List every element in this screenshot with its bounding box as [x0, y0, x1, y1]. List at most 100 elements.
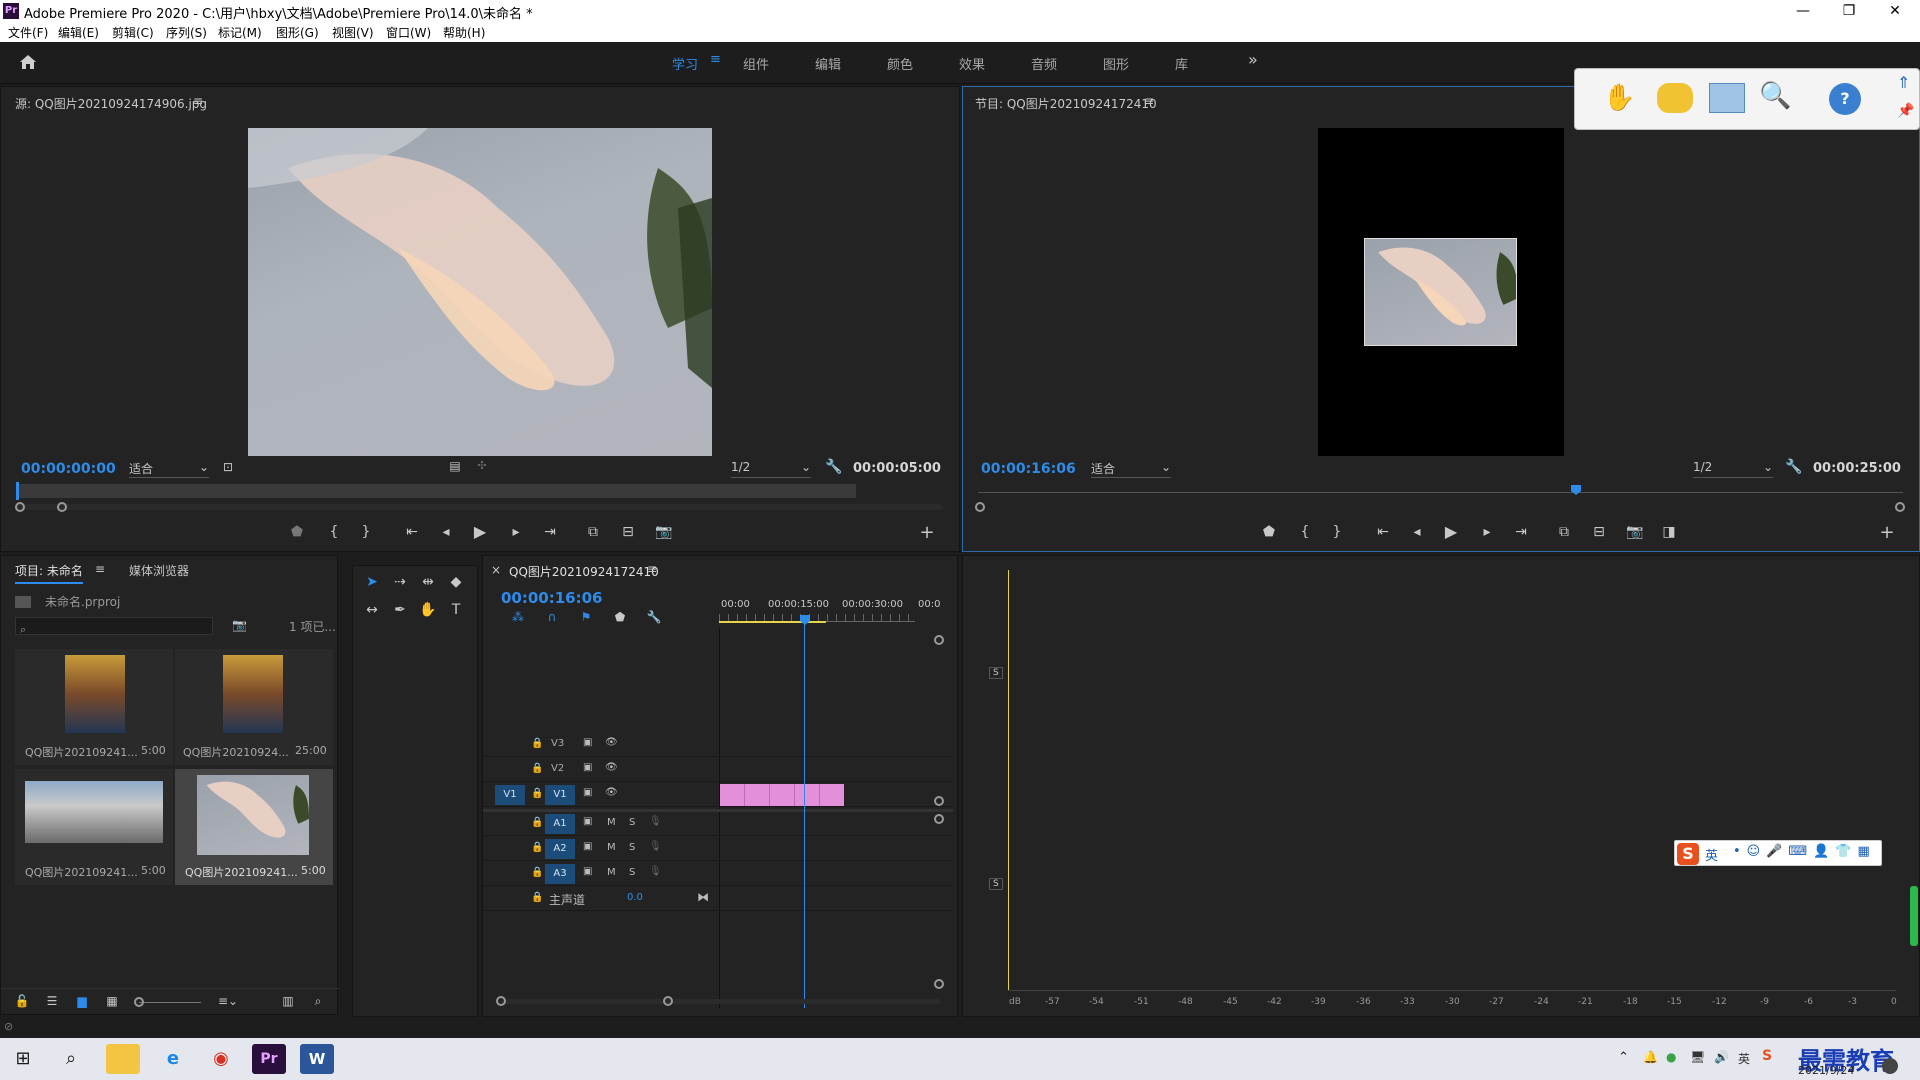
timeline-playhead-handle[interactable] [800, 615, 810, 625]
ime-language-label[interactable]: 英 [1705, 845, 1718, 864]
program-go-to-in-icon[interactable]: ⇤ [1372, 524, 1394, 540]
minimize-button[interactable]: — [1780, 0, 1826, 22]
program-camera-icon[interactable]: 📷 [1624, 524, 1646, 540]
source-go-to-in-icon[interactable]: ⇤ [401, 524, 423, 540]
taskbar-search-icon[interactable]: ⌕ [54, 1044, 88, 1074]
notification-icon[interactable] [1882, 1058, 1898, 1074]
track-eye-icon[interactable]: 👁 [605, 762, 618, 773]
menu-file[interactable]: 文件(F) [8, 24, 48, 41]
track-solo-button[interactable]: S [629, 817, 635, 828]
program-playhead[interactable] [1571, 485, 1581, 495]
source-time-ruler[interactable] [16, 484, 856, 498]
source-fit-dropdown[interactable]: 适合 ⌄ [129, 460, 209, 478]
track-mic-icon[interactable]: 🎙 [649, 866, 662, 877]
track-mute-button[interactable]: M [607, 817, 616, 828]
track-select-tool-icon[interactable]: ⇢ [389, 574, 411, 590]
solo-bottom-button[interactable]: S [989, 878, 1003, 890]
list-view-icon[interactable]: ☰ [41, 994, 63, 1008]
workspace-menu-icon[interactable]: ≡ [710, 52, 721, 67]
master-goto-icon[interactable]: ⧓ [697, 890, 709, 904]
premiere-taskbar-icon[interactable]: Pr [252, 1044, 286, 1074]
project-search-input[interactable]: ⌕ [15, 617, 213, 636]
master-volume-value[interactable]: 0.0 [627, 892, 643, 903]
project-item[interactable]: QQ图片202109241... 5:00 [15, 769, 173, 885]
program-panel-menu-icon[interactable]: ≡ [1144, 94, 1154, 108]
tray-ime-label[interactable]: 英 [1738, 1050, 1750, 1067]
workspace-tab-graphics[interactable]: 图形 [1103, 54, 1129, 73]
track-label-v3[interactable]: V3 [551, 738, 564, 749]
track-sync-icon[interactable]: ▣ [583, 866, 592, 877]
program-go-to-out-icon[interactable]: ⇥ [1510, 524, 1532, 540]
freeform-view-icon[interactable]: ▦ [101, 994, 123, 1008]
track-solo-button[interactable]: S [629, 842, 635, 853]
pen-tool-icon[interactable]: ✒ [389, 602, 411, 618]
source-step-forward-icon[interactable]: ▸ [505, 524, 527, 540]
program-settings-wrench-icon[interactable]: 🔧 [1783, 459, 1805, 475]
home-icon[interactable] [18, 52, 38, 72]
workspace-tab-learn[interactable]: 学习 [672, 54, 698, 73]
project-item-selected[interactable]: QQ图片202109241... 5:00 [175, 769, 333, 885]
workspace-tab-assembly[interactable]: 组件 [743, 54, 769, 73]
selection-tool-icon[interactable]: ➤ [361, 574, 383, 590]
source-mark-in-icon[interactable]: { [323, 524, 345, 540]
track-lock-icon[interactable]: 🔒 [531, 763, 543, 774]
source-zoom-handle-right[interactable] [57, 502, 67, 512]
timeline-clip[interactable] [720, 784, 844, 806]
hand-tool-icon[interactable]: ✋ [417, 602, 439, 618]
workspace-tab-color[interactable]: 颜色 [887, 54, 913, 73]
source-zoom-bar[interactable] [16, 504, 943, 510]
menu-graphics[interactable]: 图形(G) [276, 24, 319, 41]
source-export-icon[interactable]: ▤ [444, 459, 466, 473]
menu-help[interactable]: 帮助(H) [443, 24, 485, 41]
track-label-a2[interactable]: A2 [545, 839, 575, 859]
source-resolution-dropdown[interactable]: 1/2 ⌄ [731, 460, 811, 478]
program-lift-icon[interactable]: ⧉ [1553, 524, 1575, 540]
track-solo-button[interactable]: S [629, 867, 635, 878]
source-playhead[interactable] [16, 482, 19, 500]
source-add-button[interactable]: + [916, 522, 938, 543]
windows-start-icon[interactable]: ⊞ [6, 1044, 40, 1074]
ripple-edit-tool-icon[interactable]: ⇹ [417, 574, 439, 590]
workspace-tab-libraries[interactable]: 库 [1175, 54, 1188, 73]
edge-browser-icon[interactable]: e [156, 1044, 190, 1074]
add-marker-icon[interactable]: ⬟ [609, 610, 631, 624]
thumbnail-size-slider[interactable] [139, 1002, 201, 1003]
program-timecode[interactable]: 00:00:16:06 [981, 461, 1076, 477]
linked-selection-icon[interactable]: ⚑ [575, 610, 597, 624]
sort-icon[interactable]: ≡⌄ [217, 994, 239, 1008]
ime-tools-icon[interactable]: •☺🎤⌨👤👕▦ [1733, 844, 1876, 859]
track-label-v2[interactable]: V2 [551, 763, 564, 774]
program-play-icon[interactable]: ▶ [1440, 522, 1462, 541]
menu-window[interactable]: 窗口(W) [386, 24, 431, 41]
workspace-tab-audio[interactable]: 音频 [1031, 54, 1057, 73]
timeline-hscroll[interactable] [501, 999, 941, 1004]
track-lock-icon[interactable]: 🔒 [531, 892, 543, 903]
workspace-tab-effects[interactable]: 效果 [959, 54, 985, 73]
tab-media-browser[interactable]: 媒体浏览器 [129, 562, 189, 579]
track-label-a1[interactable]: A1 [545, 814, 575, 834]
source-step-back-icon[interactable]: ◂ [435, 524, 457, 540]
source-play-icon[interactable]: ▶ [469, 522, 491, 541]
hand-tool-icon[interactable]: ✋ [1603, 83, 1635, 113]
timeline-timecode[interactable]: 00:00:16:06 [501, 589, 603, 607]
track-lock-icon[interactable]: 🔒 [531, 788, 543, 799]
slip-tool-icon[interactable]: ↔ [361, 602, 383, 618]
program-marker-icon[interactable]: ⬟ [1258, 524, 1280, 540]
track-lock-icon[interactable]: 🔒 [531, 817, 543, 828]
timeline-vscroll-handle[interactable] [934, 814, 944, 824]
program-mark-out-icon[interactable]: } [1326, 524, 1348, 540]
track-label-v1[interactable]: V1 [545, 785, 575, 805]
menu-clip[interactable]: 剪辑(C) [112, 24, 154, 41]
source-safe-margin-icon[interactable]: ⊡ [217, 460, 239, 474]
source-marker-icon[interactable]: ⬟ [286, 524, 308, 540]
menu-marker[interactable]: 标记(M) [218, 24, 262, 41]
solo-top-button[interactable]: S [989, 667, 1003, 679]
thumbnail-size-handle[interactable] [134, 997, 144, 1007]
source-patch-v1[interactable]: V1 [495, 785, 525, 805]
menu-sequence[interactable]: 序列(S) [166, 24, 207, 41]
program-step-back-icon[interactable]: ◂ [1406, 524, 1428, 540]
new-bin-icon[interactable]: 📷 [232, 618, 247, 632]
timeline-vscroll-handle[interactable] [934, 796, 944, 806]
program-fit-dropdown[interactable]: 适合 ⌄ [1091, 460, 1171, 478]
source-zoom-handle-left[interactable] [15, 502, 25, 512]
